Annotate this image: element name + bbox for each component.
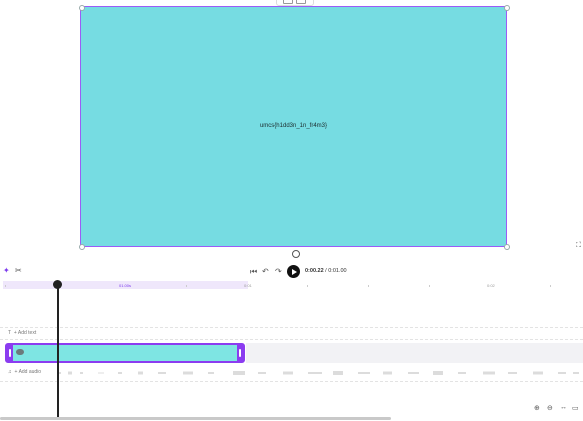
play-button[interactable] (287, 265, 300, 278)
horizontal-scrollbar[interactable] (0, 417, 391, 420)
scissors-icon[interactable]: ✂ (15, 267, 22, 275)
ruler-tick (550, 285, 551, 287)
zoom-out-icon[interactable]: ⊖ (547, 404, 553, 412)
resize-handle-bottom-right[interactable] (504, 244, 510, 250)
fullscreen-icon[interactable]: ⛶ (576, 242, 581, 250)
fit-icon[interactable]: ↔ (560, 404, 567, 411)
ruler-tick (186, 285, 187, 287)
clip-trim-handle-left[interactable] (7, 345, 13, 361)
clip-trim-handle-right[interactable] (237, 345, 243, 361)
ruler-tick (429, 285, 430, 287)
undo-icon[interactable]: ↶ (262, 268, 269, 276)
copy-icon[interactable] (283, 0, 293, 4)
add-audio-button[interactable]: ♫ + Add audio (8, 369, 41, 375)
video-track (246, 343, 583, 363)
resize-handle-bottom-left[interactable] (79, 244, 85, 250)
rotate-icon[interactable] (292, 250, 300, 258)
add-audio-label: + Add audio (14, 369, 42, 375)
total-time: 0:01.00 (328, 268, 347, 274)
track-divider (0, 327, 583, 328)
captions-icon[interactable]: ▭ (572, 404, 579, 412)
playhead[interactable] (57, 285, 59, 417)
add-text-button[interactable]: T + Add text (8, 330, 36, 336)
delete-icon[interactable] (296, 0, 306, 4)
add-text-label: + Add text (13, 330, 37, 336)
video-canvas[interactable]: umcs{h1dd3n_1n_fr4m3} (80, 6, 507, 247)
track-divider (0, 381, 583, 382)
canvas-toolbar-stub (276, 0, 314, 6)
sparkle-icon[interactable]: ✦ (3, 267, 10, 275)
text-icon: T (8, 330, 12, 336)
current-time: 0:00.22 (305, 268, 324, 274)
ruler-label: 0:02 (487, 283, 495, 288)
video-clip[interactable] (5, 343, 245, 363)
playhead-handle[interactable] (53, 280, 62, 289)
time-display: 0:00.22 / 0:01.00 (305, 268, 347, 274)
ruler-tick (368, 285, 369, 287)
redo-icon[interactable]: ↷ (275, 268, 282, 276)
audio-waveform (58, 371, 579, 375)
skip-back-icon[interactable]: ⏮ (250, 268, 257, 276)
music-icon: ♫ (8, 369, 12, 375)
ruler-tick (307, 285, 308, 287)
track-divider (0, 339, 583, 340)
zoom-in-icon[interactable]: ⊕ (534, 404, 540, 412)
ruler-label: 01.00s (119, 283, 132, 288)
eye-icon[interactable] (16, 349, 24, 355)
canvas-text[interactable]: umcs{h1dd3n_1n_fr4m3} (81, 123, 506, 129)
resize-handle-top-left[interactable] (79, 5, 85, 11)
resize-handle-top-right[interactable] (504, 5, 510, 11)
ruler-tick (5, 285, 6, 287)
ruler-label: 0:01 (244, 283, 252, 288)
